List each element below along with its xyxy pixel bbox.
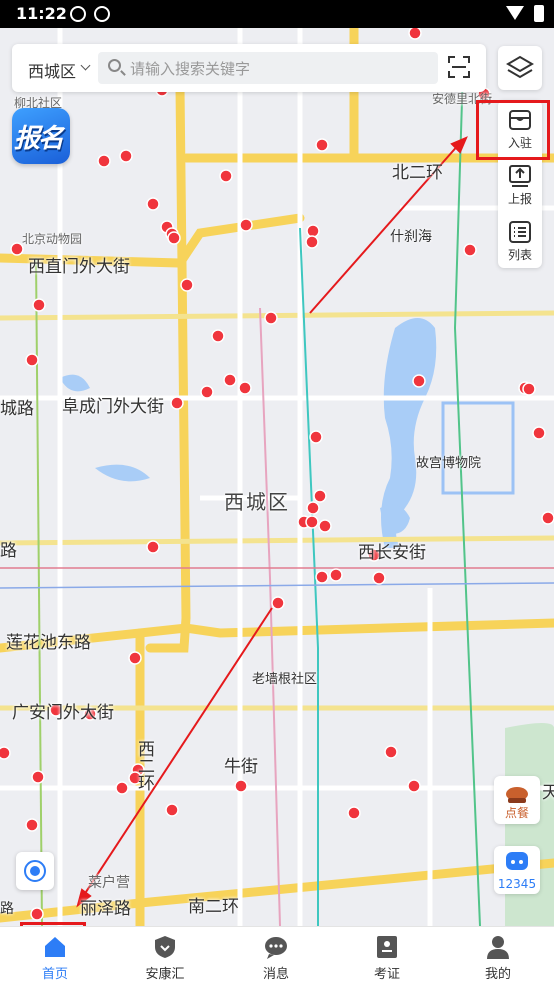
tab-home[interactable]: 首页 bbox=[0, 927, 110, 987]
tab-label: 安康汇 bbox=[145, 967, 185, 982]
order-food-label: 点餐 bbox=[504, 806, 529, 820]
map-label-guanganmenwai: 广安门外大街 bbox=[12, 703, 114, 723]
map-label-shichahai: 什刹海 bbox=[390, 229, 432, 245]
status-bar: 11:22 bbox=[0, 0, 554, 28]
upload-icon bbox=[509, 165, 531, 187]
order-food-button[interactable]: 点餐 bbox=[494, 776, 540, 824]
wifi-icon bbox=[506, 6, 524, 20]
map-label-zoo: 北京动物园 bbox=[22, 232, 83, 246]
map-label-lianhuachi: 莲花池东路 bbox=[6, 633, 91, 653]
tab-bar: 首页 安康汇 消息 考证 我的 bbox=[0, 926, 554, 987]
highlight-box bbox=[476, 100, 550, 160]
tab-label: 我的 bbox=[484, 967, 511, 982]
tab-certificate[interactable]: 考证 bbox=[332, 927, 442, 987]
map-roads bbox=[0, 28, 554, 926]
signup-badge-text: 报名 bbox=[14, 124, 64, 154]
tab-ankanghui[interactable]: 安康汇 bbox=[110, 927, 220, 987]
chevron-down-icon[interactable] bbox=[80, 60, 91, 71]
side-item-label: 上报 bbox=[507, 192, 532, 206]
certificate-icon bbox=[377, 936, 397, 958]
map-label-fuchengmenwai: 阜成门外大街 bbox=[62, 397, 164, 417]
notification-icon bbox=[94, 6, 110, 22]
battery-icon bbox=[534, 5, 544, 22]
shield-icon bbox=[155, 936, 175, 958]
map-label-partial: 天 bbox=[542, 783, 554, 803]
hotline-icon bbox=[506, 852, 528, 870]
tab-messages[interactable]: 消息 bbox=[221, 927, 331, 987]
user-icon bbox=[487, 936, 509, 959]
map-label-caihuying: 菜户营 bbox=[88, 875, 130, 891]
layers-icon bbox=[506, 55, 534, 79]
search-placeholder: 请输入搜索关键字 bbox=[130, 60, 251, 78]
hotline-label: 12345 bbox=[497, 877, 537, 891]
map-label-road: 路 bbox=[0, 541, 17, 561]
hotline-button[interactable]: 12345 bbox=[494, 846, 540, 894]
side-item-report[interactable]: 上报 bbox=[498, 156, 542, 212]
tab-label: 首页 bbox=[41, 967, 68, 982]
home-icon bbox=[45, 937, 65, 957]
tab-label: 考证 bbox=[373, 967, 400, 982]
map-label-nanerhuan: 南二环 bbox=[188, 897, 239, 917]
map-label-xierhuan: 西二环 bbox=[134, 740, 154, 791]
map-label-xizhimenwai: 西直门外大街 bbox=[28, 257, 130, 277]
map-label-district: 西城区 bbox=[224, 490, 290, 514]
map-label-laoqianggen: 老墙根社区 bbox=[252, 672, 318, 687]
layers-button[interactable] bbox=[498, 46, 542, 90]
message-icon bbox=[265, 937, 287, 959]
status-time: 11:22 bbox=[16, 4, 67, 23]
notification-icon bbox=[70, 6, 86, 22]
map-label-chenglu: 城路 bbox=[0, 399, 34, 419]
list-icon bbox=[509, 221, 531, 243]
tab-label: 消息 bbox=[262, 967, 289, 982]
side-item-list[interactable]: 列表 bbox=[498, 212, 542, 268]
map-label-road: 路 bbox=[0, 901, 14, 917]
search-bar: 西城区 请输入搜索关键字 bbox=[12, 44, 486, 92]
search-input[interactable]: 请输入搜索关键字 bbox=[98, 52, 438, 84]
map-view[interactable]: 柳北社区 安德里北街 北二环 什刹海 北京动物园 西直门外大街 城路 阜成门外大… bbox=[0, 28, 554, 926]
tab-profile[interactable]: 我的 bbox=[443, 927, 553, 987]
district-selector[interactable]: 西城区 bbox=[28, 58, 76, 82]
map-label-beierhuan: 北二环 bbox=[392, 163, 443, 183]
side-item-label: 列表 bbox=[507, 248, 532, 262]
map-label-niujie: 牛街 bbox=[224, 757, 258, 777]
search-icon bbox=[108, 59, 121, 72]
signup-badge[interactable]: 报名 bbox=[12, 108, 70, 164]
scan-icon[interactable] bbox=[448, 56, 470, 78]
locate-button[interactable] bbox=[16, 852, 54, 890]
map-label-xichangan: 西长安街 bbox=[358, 543, 426, 563]
map-label-lizelu: 丽泽路 bbox=[80, 899, 131, 919]
map-label-gugong: 故宫博物院 bbox=[416, 456, 482, 471]
food-icon bbox=[506, 787, 528, 803]
